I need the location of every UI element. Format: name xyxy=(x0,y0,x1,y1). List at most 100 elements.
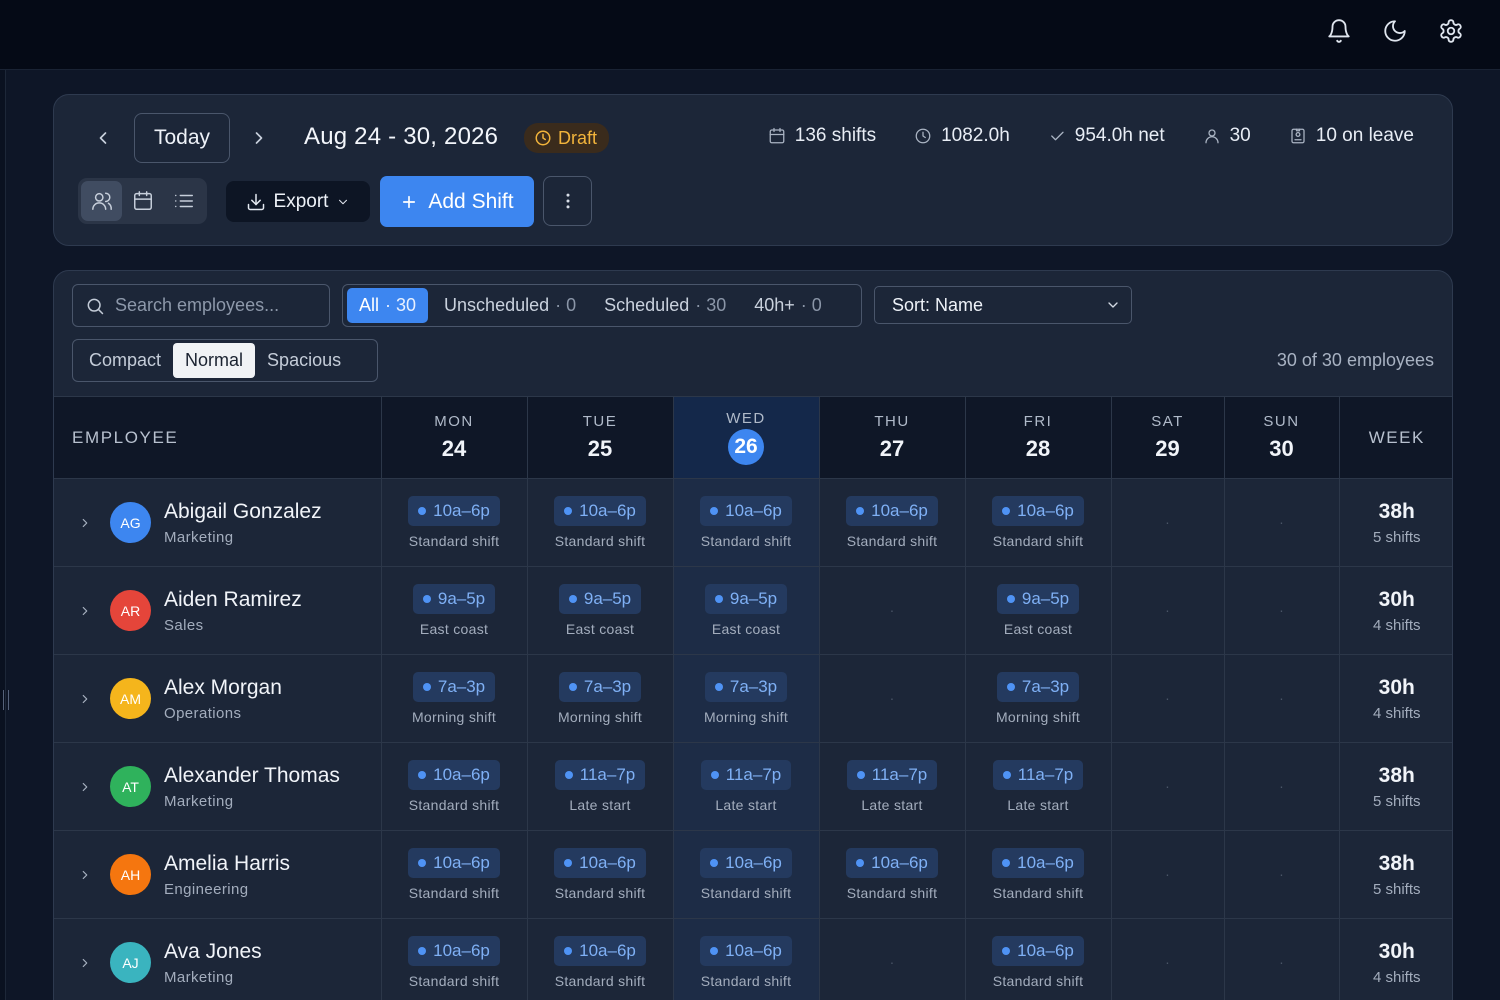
density-compact[interactable]: Compact xyxy=(77,343,173,378)
shift-cell[interactable]: 11a–7p Late start xyxy=(673,742,820,831)
shift-pill[interactable]: 10a–6p xyxy=(408,936,500,966)
export-button[interactable]: Export xyxy=(226,181,370,222)
filter-tab-unscheduled[interactable]: Unscheduled · 0 xyxy=(432,288,588,323)
employee-name[interactable]: Abigail Gonzalez xyxy=(164,500,322,524)
density-spacious[interactable]: Spacious xyxy=(255,343,353,378)
chevron-right-icon[interactable] xyxy=(78,956,92,970)
shift-cell[interactable]: 10a–6p Standard shift xyxy=(965,830,1112,919)
sort-select[interactable]: Sort: Name xyxy=(874,286,1132,324)
chevron-right-icon[interactable] xyxy=(78,868,92,882)
shift-cell[interactable]: 10a–6p Standard shift xyxy=(819,830,966,919)
shift-pill[interactable]: 7a–3p xyxy=(558,672,642,702)
next-week-button[interactable] xyxy=(244,123,274,153)
density-normal[interactable]: Normal xyxy=(173,343,256,378)
search-input[interactable]: Search employees... xyxy=(72,284,330,327)
shift-cell[interactable]: 7a–3p Morning shift xyxy=(527,654,674,743)
shift-cell[interactable]: 10a–6p Standard shift xyxy=(965,918,1112,1000)
shift-cell[interactable]: · xyxy=(1111,830,1225,919)
chevron-right-icon[interactable] xyxy=(78,516,92,530)
shift-cell[interactable]: 9a–5p East coast xyxy=(381,566,528,655)
shift-cell[interactable]: 7a–3p Morning shift xyxy=(965,654,1112,743)
moon-icon[interactable] xyxy=(1380,16,1410,46)
chevron-right-icon[interactable] xyxy=(78,604,92,618)
filter-tab-scheduled[interactable]: Scheduled · 30 xyxy=(592,288,738,323)
filter-tab-all[interactable]: All · 30 xyxy=(347,288,429,323)
shift-cell[interactable]: 10a–6p Standard shift xyxy=(819,478,966,567)
prev-week-button[interactable] xyxy=(88,123,118,153)
shift-pill[interactable]: 10a–6p xyxy=(846,848,938,878)
shift-pill[interactable]: 7a–3p xyxy=(996,672,1080,702)
shift-pill[interactable]: 10a–6p xyxy=(700,496,792,526)
shift-cell[interactable]: 9a–5p East coast xyxy=(673,566,820,655)
shift-cell[interactable]: · xyxy=(819,566,966,655)
employee-name[interactable]: Amelia Harris xyxy=(164,852,290,876)
chevron-right-icon[interactable] xyxy=(78,692,92,706)
shift-cell[interactable]: · xyxy=(1224,478,1340,567)
shift-pill[interactable]: 11a–7p xyxy=(846,760,938,790)
more-options-button[interactable] xyxy=(543,176,592,226)
shift-pill[interactable]: 10a–6p xyxy=(992,936,1084,966)
shift-pill[interactable]: 9a–5p xyxy=(996,584,1080,614)
shift-cell[interactable]: 11a–7p Late start xyxy=(965,742,1112,831)
shift-pill[interactable]: 10a–6p xyxy=(408,760,500,790)
shift-pill[interactable]: 7a–3p xyxy=(704,672,788,702)
view-calendar-button[interactable] xyxy=(122,181,163,221)
shift-pill[interactable]: 11a–7p xyxy=(554,760,646,790)
bell-icon[interactable] xyxy=(1324,16,1354,46)
shift-cell[interactable]: · xyxy=(1111,566,1225,655)
shift-cell[interactable]: 7a–3p Morning shift xyxy=(673,654,820,743)
shift-cell[interactable]: · xyxy=(819,654,966,743)
shift-cell[interactable]: · xyxy=(1224,654,1340,743)
shift-pill[interactable]: 9a–5p xyxy=(412,584,496,614)
shift-cell[interactable]: 10a–6p Standard shift xyxy=(381,830,528,919)
shift-pill[interactable]: 11a–7p xyxy=(992,760,1084,790)
shift-pill[interactable]: 10a–6p xyxy=(700,936,792,966)
gear-icon[interactable] xyxy=(1436,16,1466,46)
shift-cell[interactable]: · xyxy=(1224,918,1340,1000)
shift-cell[interactable]: · xyxy=(1111,654,1225,743)
shift-cell[interactable]: 11a–7p Late start xyxy=(819,742,966,831)
employee-name[interactable]: Aiden Ramirez xyxy=(164,588,302,612)
shift-cell[interactable]: 10a–6p Standard shift xyxy=(673,478,820,567)
view-list-button[interactable] xyxy=(163,181,204,221)
shift-cell[interactable]: 9a–5p East coast xyxy=(527,566,674,655)
shift-cell[interactable]: 10a–6p Standard shift xyxy=(965,478,1112,567)
shift-cell[interactable]: 10a–6p Standard shift xyxy=(381,478,528,567)
view-people-button[interactable] xyxy=(81,181,122,221)
chevron-right-icon[interactable] xyxy=(78,780,92,794)
shift-pill[interactable]: 10a–6p xyxy=(846,496,938,526)
shift-cell[interactable]: 10a–6p Standard shift xyxy=(673,830,820,919)
shift-cell[interactable]: · xyxy=(1111,918,1225,1000)
shift-pill[interactable]: 9a–5p xyxy=(558,584,642,614)
shift-pill[interactable]: 10a–6p xyxy=(554,848,646,878)
shift-pill[interactable]: 10a–6p xyxy=(554,936,646,966)
shift-cell[interactable]: 9a–5p East coast xyxy=(965,566,1112,655)
shift-cell[interactable]: 7a–3p Morning shift xyxy=(381,654,528,743)
shift-pill[interactable]: 7a–3p xyxy=(412,672,496,702)
today-button[interactable]: Today xyxy=(134,113,230,163)
shift-cell[interactable]: · xyxy=(1224,742,1340,831)
shift-cell[interactable]: 10a–6p Standard shift xyxy=(527,478,674,567)
shift-cell[interactable]: · xyxy=(1111,742,1225,831)
shift-cell[interactable]: 10a–6p Standard shift xyxy=(527,830,674,919)
shift-pill[interactable]: 10a–6p xyxy=(554,496,646,526)
shift-cell[interactable]: 11a–7p Late start xyxy=(527,742,674,831)
shift-cell[interactable]: · xyxy=(1224,830,1340,919)
shift-cell[interactable]: · xyxy=(1111,478,1225,567)
employee-name[interactable]: Alex Morgan xyxy=(164,676,282,700)
shift-cell[interactable]: 10a–6p Standard shift xyxy=(381,742,528,831)
shift-pill[interactable]: 11a–7p xyxy=(700,760,792,790)
shift-pill[interactable]: 10a–6p xyxy=(408,848,500,878)
add-shift-button[interactable]: Add Shift xyxy=(380,176,534,227)
employee-name[interactable]: Alexander Thomas xyxy=(164,764,340,788)
filter-tab-40h[interactable]: 40h+ · 0 xyxy=(742,288,834,323)
shift-cell[interactable]: 10a–6p Standard shift xyxy=(673,918,820,1000)
shift-cell[interactable]: · xyxy=(819,918,966,1000)
employee-name[interactable]: Ava Jones xyxy=(164,940,262,964)
shift-cell[interactable]: 10a–6p Standard shift xyxy=(381,918,528,1000)
shift-pill[interactable]: 10a–6p xyxy=(992,848,1084,878)
shift-cell[interactable]: · xyxy=(1224,566,1340,655)
shift-pill[interactable]: 10a–6p xyxy=(408,496,500,526)
shift-pill[interactable]: 10a–6p xyxy=(992,496,1084,526)
resize-handle[interactable] xyxy=(3,690,9,710)
